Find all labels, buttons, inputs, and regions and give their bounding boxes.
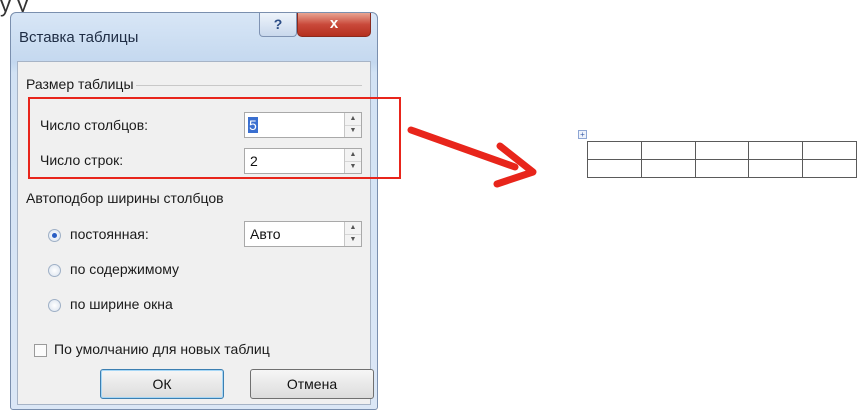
autofit-window-radio[interactable] xyxy=(48,299,61,312)
autofit-group-label: Автоподбор ширины столбцов xyxy=(26,190,224,206)
default-for-new-tables-checkbox[interactable] xyxy=(34,344,47,357)
spin-down-icon[interactable]: ▼ xyxy=(345,234,361,246)
close-icon: x xyxy=(329,15,339,32)
table-move-handle-icon[interactable]: + xyxy=(578,130,587,139)
table-cell[interactable] xyxy=(802,159,857,178)
group-divider xyxy=(136,85,362,86)
autofit-window-label[interactable]: по ширине окна xyxy=(70,296,173,312)
autofit-content-label[interactable]: по содержимому xyxy=(70,261,179,277)
insert-table-dialog: Вставка таблицы ? x Размер таблицы Число… xyxy=(10,12,378,410)
table-cell[interactable] xyxy=(748,159,804,178)
table-row xyxy=(587,159,857,178)
table-row xyxy=(587,141,857,160)
table-cell[interactable] xyxy=(587,141,642,160)
fixed-width-value[interactable]: Авто xyxy=(250,226,281,242)
highlight-rectangle xyxy=(28,97,401,179)
default-for-new-tables-label[interactable]: По умолчанию для новых таблиц xyxy=(54,341,270,357)
dialog-title: Вставка таблицы xyxy=(19,29,139,46)
table-cell[interactable] xyxy=(587,159,642,178)
red-arrow-icon xyxy=(407,126,537,188)
cancel-button[interactable]: Отмена xyxy=(250,369,374,399)
autofit-content-radio[interactable] xyxy=(48,264,61,277)
table-cell[interactable] xyxy=(694,141,750,160)
table-cell[interactable] xyxy=(640,141,696,160)
close-button[interactable]: x xyxy=(297,13,371,37)
table-size-group-label: Размер таблицы xyxy=(26,76,134,92)
help-button[interactable]: ? xyxy=(259,13,297,37)
table-cell[interactable] xyxy=(748,141,804,160)
table-cell[interactable] xyxy=(694,159,750,178)
fixed-width-spinner[interactable]: Авто ▲ ▼ xyxy=(244,221,362,247)
fixed-width-spin-buttons[interactable]: ▲ ▼ xyxy=(344,222,361,246)
table-cell[interactable] xyxy=(802,141,857,160)
fixed-width-label[interactable]: постоянная: xyxy=(70,226,149,242)
screenshot-stage: у у Вставка таблицы ? x Размер таблицы Ч… xyxy=(0,0,857,414)
fixed-width-radio[interactable] xyxy=(48,229,61,242)
help-icon: ? xyxy=(273,16,283,32)
inserted-table xyxy=(587,141,857,178)
dialog-titlebar[interactable]: Вставка таблицы ? x xyxy=(11,13,377,61)
table-cell[interactable] xyxy=(640,159,696,178)
ok-button[interactable]: ОК xyxy=(100,369,224,399)
